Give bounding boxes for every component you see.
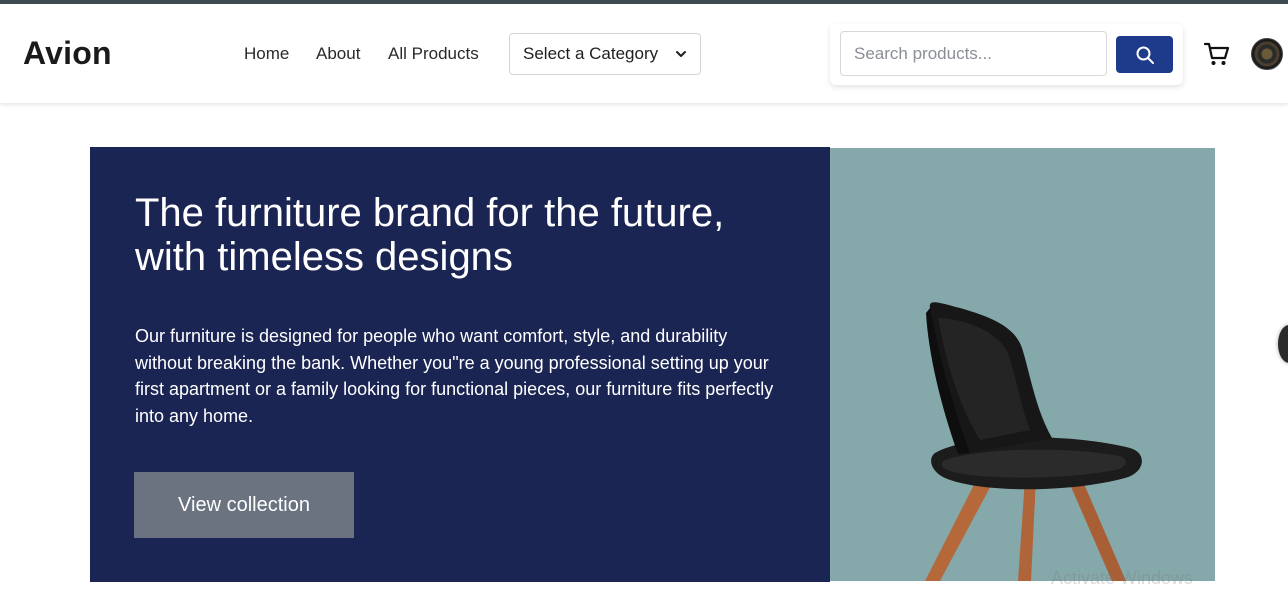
nav-home-link[interactable]: Home: [244, 44, 289, 64]
hero-description: Our furniture is designed for people who…: [135, 326, 774, 426]
side-floating-handle[interactable]: [1278, 325, 1288, 363]
search-button[interactable]: [1116, 36, 1173, 73]
brand-logo[interactable]: Avion: [23, 35, 112, 72]
search-input[interactable]: [840, 31, 1107, 76]
site-header: Avion Home About All Products Select a C…: [0, 4, 1288, 103]
search-icon: [1136, 46, 1154, 64]
view-collection-button[interactable]: View collection: [134, 472, 354, 538]
category-select-value: Select a Category: [523, 44, 659, 63]
hero-image: [830, 148, 1215, 581]
avatar[interactable]: [1251, 38, 1283, 70]
hero-panel: The furniture brand for the future, with…: [90, 147, 830, 582]
hero-title: The furniture brand for the future, with…: [135, 191, 725, 279]
chair-image: [925, 302, 1142, 581]
activate-windows-watermark: Activate Windows: [1051, 568, 1194, 588]
nav-about-link[interactable]: About: [316, 44, 360, 64]
chevron-down-icon: [676, 51, 686, 57]
nav-all-products-link[interactable]: All Products: [388, 44, 479, 64]
search-bar: [830, 24, 1183, 85]
cart-icon[interactable]: [1203, 40, 1231, 68]
category-select[interactable]: Select a Category: [509, 33, 701, 75]
